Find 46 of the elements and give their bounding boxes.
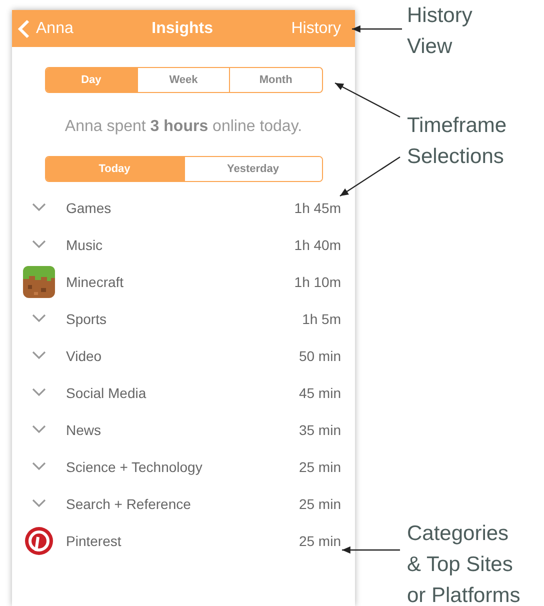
day-tab[interactable]: Today [46,157,184,181]
row-name: Games [66,200,112,216]
row-name: Search + Reference [66,496,192,512]
row-time: 25 min [298,532,342,548]
expand-chevron-icon[interactable] [32,425,46,434]
expand-chevron-icon[interactable] [32,499,46,508]
row-name: Social Media [66,384,148,400]
expand-chevron-icon[interactable] [32,203,46,212]
screen-title: Insights [152,20,213,38]
back-button[interactable]: Anna [18,18,74,38]
callout-label: Timeframe Selections [407,113,507,170]
history-button[interactable]: History [291,20,341,38]
row-time: 25 min [298,458,342,474]
callout-arrow [352,25,402,33]
row-name: Music [66,236,104,252]
expand-chevron-icon[interactable] [32,240,46,249]
pin-logo-icon [25,526,53,554]
callout-label: Categories & Top Sites or Platforms [407,521,520,606]
expand-chevron-icon[interactable] [32,314,46,323]
row-time: 1h 5m [302,310,342,326]
row-name: Minecraft [66,274,125,290]
summary-text: Anna spent 3 hours online today. [64,117,304,137]
row-name: Pinterest [66,532,122,548]
day-tab[interactable]: Yesterday [184,157,322,181]
period-tab[interactable]: Month [229,68,322,92]
expand-chevron-icon[interactable] [32,462,46,471]
row-name: Sports [66,310,108,326]
callout-arrow [340,156,400,196]
grass-block-app-icon [23,266,55,298]
row-time: 1h 45m [294,200,342,216]
row-time: 45 min [298,384,342,400]
expand-chevron-icon[interactable] [32,388,46,397]
expand-chevron-icon[interactable] [32,351,46,360]
row-time: 35 min [298,422,342,438]
callout-arrow [342,546,400,554]
callout-arrow [334,82,400,118]
row-time: 25 min [298,496,342,512]
row-name: Science + Technology [66,458,204,474]
row-name: Video [66,348,103,364]
row-name: News [66,422,102,438]
period-tab[interactable]: Day [46,68,137,92]
row-time: 50 min [298,348,342,364]
callout-label: History View [407,3,472,60]
row-time: 1h 10m [294,274,342,290]
row-time: 1h 40m [294,236,342,252]
back-chevron-icon [18,18,30,38]
